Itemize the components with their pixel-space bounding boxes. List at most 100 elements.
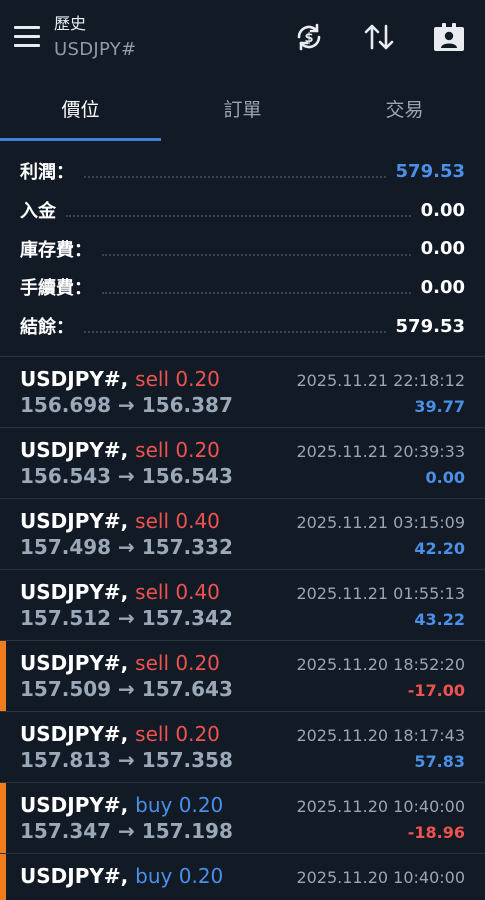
open-price: 157.509: [20, 677, 112, 701]
trade-row[interactable]: USDJPY#, sell 0.20 156.698 → 156.387 2025.…: [0, 357, 485, 428]
tab-orders[interactable]: 訂單: [162, 80, 323, 140]
summary-row-deposit: 入金 0.00: [0, 191, 485, 230]
trade-side: sell: [135, 651, 169, 675]
app-header: 歷史 USDJPY# $: [0, 0, 485, 80]
trade-prices: 156.543 → 156.543: [20, 464, 233, 488]
title-block: 歷史 USDJPY#: [54, 14, 136, 62]
trade-symbol-line: USDJPY#, sell 0.20: [20, 722, 220, 746]
open-price: 157.347: [20, 819, 112, 843]
trade-time: 2025.11.21 01:55:13: [296, 584, 465, 603]
trade-side: sell: [135, 722, 169, 746]
right-arrow-icon: →: [111, 464, 142, 488]
trade-prices: 157.509 → 157.643: [20, 677, 233, 701]
trade-profit: 57.83: [414, 752, 465, 771]
sort-arrows-icon[interactable]: [362, 20, 396, 54]
trade-prices: 157.347 → 157.198: [20, 819, 233, 843]
summary-row-profit: 利潤： 579.53: [0, 152, 485, 191]
trade-symbol: USDJPY#,: [20, 864, 129, 888]
sync-currency-icon[interactable]: $: [292, 20, 326, 54]
trade-symbol: USDJPY#,: [20, 722, 129, 746]
trade-symbol: USDJPY#,: [20, 793, 129, 817]
trade-row[interactable]: USDJPY#, sell 0.40 157.512 → 157.342 2025.…: [0, 570, 485, 641]
right-arrow-icon: →: [111, 748, 142, 772]
trade-time: 2025.11.20 10:40:00: [296, 797, 465, 816]
dotted-leader: [66, 215, 411, 218]
trade-row[interactable]: USDJPY#, sell 0.20 156.543 → 156.543 2025.…: [0, 428, 485, 499]
trade-flag-marker: [0, 641, 6, 711]
summary-label: 利潤：: [20, 162, 74, 184]
trade-profit: 0.00: [425, 468, 465, 487]
trade-symbol: USDJPY#,: [20, 367, 129, 391]
trade-time: 2025.11.20 10:40:00: [296, 868, 465, 887]
close-price: 157.332: [141, 535, 233, 559]
summary-row-swap: 庫存費： 0.00: [0, 229, 485, 268]
tab-price[interactable]: 價位: [0, 80, 161, 140]
trade-prices: 156.698 → 156.387: [20, 393, 233, 417]
open-price: 157.813: [20, 748, 112, 772]
account-badge-icon[interactable]: [432, 20, 466, 54]
dotted-leader: [84, 331, 386, 334]
trade-symbol-line: USDJPY#, buy 0.20: [20, 864, 223, 888]
trade-row[interactable]: USDJPY#, buy 0.20 2025.11.20 10:40:00: [0, 854, 485, 900]
trade-profit: 42.20: [414, 539, 465, 558]
close-price: 157.358: [141, 748, 233, 772]
trade-time: 2025.11.21 03:15:09: [296, 513, 465, 532]
trade-volume: 0.20: [175, 651, 220, 675]
trade-symbol: USDJPY#,: [20, 651, 129, 675]
summary-value: 0.00: [420, 276, 465, 298]
trade-row[interactable]: USDJPY#, buy 0.20 157.347 → 157.198 2025.1…: [0, 783, 485, 854]
trade-profit: -18.96: [407, 823, 465, 842]
hamburger-menu-icon[interactable]: [14, 26, 40, 48]
trade-history-list: USDJPY#, sell 0.20 156.698 → 156.387 2025.…: [0, 357, 485, 900]
close-price: 157.342: [141, 606, 233, 630]
trade-side: sell: [135, 580, 169, 604]
summary-label: 入金: [20, 201, 56, 223]
symbol-subtitle[interactable]: USDJPY#: [54, 38, 136, 62]
trade-row[interactable]: USDJPY#, sell 0.20 157.813 → 157.358 2025.…: [0, 712, 485, 783]
tab-bar: 價位 訂單 交易: [0, 80, 485, 142]
trade-side: buy: [135, 793, 173, 817]
trade-symbol: USDJPY#,: [20, 580, 129, 604]
trade-profit: -17.00: [407, 681, 465, 700]
trade-symbol-line: USDJPY#, buy 0.20: [20, 793, 223, 817]
trade-prices: 157.512 → 157.342: [20, 606, 233, 630]
right-arrow-icon: →: [111, 606, 142, 630]
trade-symbol-line: USDJPY#, sell 0.40: [20, 580, 220, 604]
open-price: 156.543: [20, 464, 112, 488]
trade-volume: 0.20: [178, 864, 224, 888]
trade-row[interactable]: USDJPY#, sell 0.20 157.509 → 157.643 2025.…: [0, 641, 485, 712]
trade-volume: 0.20: [175, 722, 220, 746]
summary-value: 0.00: [420, 238, 465, 260]
open-price: 157.512: [20, 606, 112, 630]
close-price: 157.198: [141, 819, 233, 843]
trade-flag-marker: [0, 783, 6, 853]
summary-panel: 利潤： 579.53 入金 0.00 庫存費： 0.00 手續費： 0.00 結…: [0, 152, 485, 345]
tab-deals[interactable]: 交易: [324, 80, 485, 140]
summary-value: 579.53: [395, 160, 465, 182]
open-price: 156.698: [20, 393, 112, 417]
right-arrow-icon: →: [111, 677, 142, 701]
summary-label: 手續費：: [20, 278, 92, 300]
trade-time: 2025.11.20 18:52:20: [296, 655, 465, 674]
summary-value: 0.00: [420, 199, 465, 221]
trade-symbol-line: USDJPY#, sell 0.20: [20, 438, 220, 462]
summary-label: 結餘：: [20, 317, 74, 339]
svg-text:$: $: [304, 31, 313, 46]
trade-volume: 0.20: [175, 367, 220, 391]
trade-volume: 0.20: [178, 793, 224, 817]
trade-time: 2025.11.21 22:18:12: [296, 371, 465, 390]
right-arrow-icon: →: [111, 819, 142, 843]
trade-symbol: USDJPY#,: [20, 438, 129, 462]
trade-side: buy: [135, 864, 173, 888]
trade-prices: 157.498 → 157.332: [20, 535, 233, 559]
summary-value: 579.53: [395, 315, 465, 337]
trade-profit: 43.22: [414, 610, 465, 629]
trade-row[interactable]: USDJPY#, sell 0.40 157.498 → 157.332 2025.…: [0, 499, 485, 570]
trade-profit: 39.77: [414, 397, 465, 416]
trade-volume: 0.40: [175, 509, 220, 533]
close-price: 156.387: [141, 393, 233, 417]
trade-time: 2025.11.20 18:17:43: [296, 726, 465, 745]
open-price: 157.498: [20, 535, 112, 559]
trade-symbol-line: USDJPY#, sell 0.40: [20, 509, 220, 533]
dotted-leader: [84, 176, 386, 179]
